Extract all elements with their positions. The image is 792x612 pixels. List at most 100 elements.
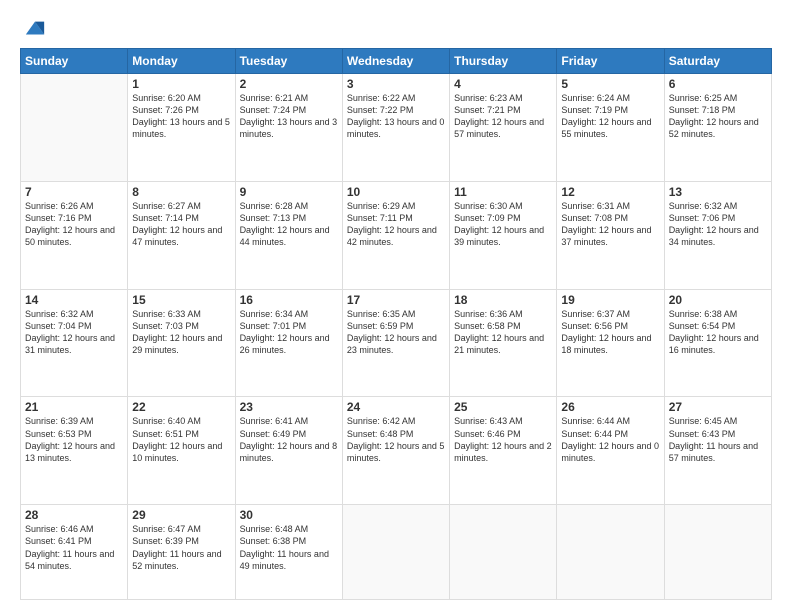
day-number: 19 [561, 293, 659, 307]
day-info: Sunrise: 6:33 AMSunset: 7:03 PMDaylight:… [132, 308, 230, 357]
calendar-cell: 30Sunrise: 6:48 AMSunset: 6:38 PMDayligh… [235, 505, 342, 600]
calendar-cell: 5Sunrise: 6:24 AMSunset: 7:19 PMDaylight… [557, 74, 664, 182]
day-number: 30 [240, 508, 338, 522]
day-info: Sunrise: 6:28 AMSunset: 7:13 PMDaylight:… [240, 200, 338, 249]
day-info: Sunrise: 6:41 AMSunset: 6:49 PMDaylight:… [240, 415, 338, 464]
day-number: 28 [25, 508, 123, 522]
logo [20, 18, 46, 40]
day-number: 26 [561, 400, 659, 414]
header-thursday: Thursday [450, 49, 557, 74]
day-info: Sunrise: 6:35 AMSunset: 6:59 PMDaylight:… [347, 308, 445, 357]
day-number: 11 [454, 185, 552, 199]
day-info: Sunrise: 6:26 AMSunset: 7:16 PMDaylight:… [25, 200, 123, 249]
day-info: Sunrise: 6:27 AMSunset: 7:14 PMDaylight:… [132, 200, 230, 249]
calendar-cell: 21Sunrise: 6:39 AMSunset: 6:53 PMDayligh… [21, 397, 128, 505]
calendar-cell: 6Sunrise: 6:25 AMSunset: 7:18 PMDaylight… [664, 74, 771, 182]
weekday-header-row: Sunday Monday Tuesday Wednesday Thursday… [21, 49, 772, 74]
day-info: Sunrise: 6:48 AMSunset: 6:38 PMDaylight:… [240, 523, 338, 572]
header-sunday: Sunday [21, 49, 128, 74]
calendar-cell [21, 74, 128, 182]
header-wednesday: Wednesday [342, 49, 449, 74]
day-number: 17 [347, 293, 445, 307]
day-number: 14 [25, 293, 123, 307]
day-number: 6 [669, 77, 767, 91]
header-friday: Friday [557, 49, 664, 74]
calendar-cell: 9Sunrise: 6:28 AMSunset: 7:13 PMDaylight… [235, 181, 342, 289]
calendar-cell: 3Sunrise: 6:22 AMSunset: 7:22 PMDaylight… [342, 74, 449, 182]
day-number: 24 [347, 400, 445, 414]
calendar-cell: 20Sunrise: 6:38 AMSunset: 6:54 PMDayligh… [664, 289, 771, 397]
calendar-cell: 26Sunrise: 6:44 AMSunset: 6:44 PMDayligh… [557, 397, 664, 505]
header-monday: Monday [128, 49, 235, 74]
calendar-cell [664, 505, 771, 600]
day-info: Sunrise: 6:40 AMSunset: 6:51 PMDaylight:… [132, 415, 230, 464]
day-number: 18 [454, 293, 552, 307]
day-info: Sunrise: 6:46 AMSunset: 6:41 PMDaylight:… [25, 523, 123, 572]
day-number: 16 [240, 293, 338, 307]
day-info: Sunrise: 6:32 AMSunset: 7:04 PMDaylight:… [25, 308, 123, 357]
day-number: 4 [454, 77, 552, 91]
calendar-cell: 2Sunrise: 6:21 AMSunset: 7:24 PMDaylight… [235, 74, 342, 182]
day-info: Sunrise: 6:24 AMSunset: 7:19 PMDaylight:… [561, 92, 659, 141]
calendar-cell [557, 505, 664, 600]
calendar-cell: 19Sunrise: 6:37 AMSunset: 6:56 PMDayligh… [557, 289, 664, 397]
page: Sunday Monday Tuesday Wednesday Thursday… [0, 0, 792, 612]
calendar-cell: 25Sunrise: 6:43 AMSunset: 6:46 PMDayligh… [450, 397, 557, 505]
calendar-cell: 10Sunrise: 6:29 AMSunset: 7:11 PMDayligh… [342, 181, 449, 289]
calendar-cell: 17Sunrise: 6:35 AMSunset: 6:59 PMDayligh… [342, 289, 449, 397]
calendar-cell: 13Sunrise: 6:32 AMSunset: 7:06 PMDayligh… [664, 181, 771, 289]
day-info: Sunrise: 6:38 AMSunset: 6:54 PMDaylight:… [669, 308, 767, 357]
header [20, 18, 772, 40]
day-number: 23 [240, 400, 338, 414]
day-number: 21 [25, 400, 123, 414]
day-info: Sunrise: 6:36 AMSunset: 6:58 PMDaylight:… [454, 308, 552, 357]
day-number: 9 [240, 185, 338, 199]
day-info: Sunrise: 6:29 AMSunset: 7:11 PMDaylight:… [347, 200, 445, 249]
day-info: Sunrise: 6:34 AMSunset: 7:01 PMDaylight:… [240, 308, 338, 357]
calendar-table: Sunday Monday Tuesday Wednesday Thursday… [20, 48, 772, 600]
calendar-cell: 11Sunrise: 6:30 AMSunset: 7:09 PMDayligh… [450, 181, 557, 289]
calendar-cell: 24Sunrise: 6:42 AMSunset: 6:48 PMDayligh… [342, 397, 449, 505]
header-saturday: Saturday [664, 49, 771, 74]
day-info: Sunrise: 6:37 AMSunset: 6:56 PMDaylight:… [561, 308, 659, 357]
day-number: 10 [347, 185, 445, 199]
calendar-cell: 1Sunrise: 6:20 AMSunset: 7:26 PMDaylight… [128, 74, 235, 182]
header-tuesday: Tuesday [235, 49, 342, 74]
calendar-cell: 14Sunrise: 6:32 AMSunset: 7:04 PMDayligh… [21, 289, 128, 397]
day-number: 7 [25, 185, 123, 199]
calendar-cell [450, 505, 557, 600]
day-info: Sunrise: 6:21 AMSunset: 7:24 PMDaylight:… [240, 92, 338, 141]
calendar-cell: 15Sunrise: 6:33 AMSunset: 7:03 PMDayligh… [128, 289, 235, 397]
calendar-cell [342, 505, 449, 600]
day-number: 1 [132, 77, 230, 91]
calendar-cell: 7Sunrise: 6:26 AMSunset: 7:16 PMDaylight… [21, 181, 128, 289]
day-info: Sunrise: 6:44 AMSunset: 6:44 PMDaylight:… [561, 415, 659, 464]
day-info: Sunrise: 6:43 AMSunset: 6:46 PMDaylight:… [454, 415, 552, 464]
day-number: 25 [454, 400, 552, 414]
day-number: 20 [669, 293, 767, 307]
day-number: 13 [669, 185, 767, 199]
logo-icon [24, 18, 46, 40]
calendar-cell: 27Sunrise: 6:45 AMSunset: 6:43 PMDayligh… [664, 397, 771, 505]
calendar-cell: 12Sunrise: 6:31 AMSunset: 7:08 PMDayligh… [557, 181, 664, 289]
calendar-cell: 28Sunrise: 6:46 AMSunset: 6:41 PMDayligh… [21, 505, 128, 600]
day-info: Sunrise: 6:47 AMSunset: 6:39 PMDaylight:… [132, 523, 230, 572]
calendar-cell: 4Sunrise: 6:23 AMSunset: 7:21 PMDaylight… [450, 74, 557, 182]
calendar-cell: 23Sunrise: 6:41 AMSunset: 6:49 PMDayligh… [235, 397, 342, 505]
calendar-cell: 16Sunrise: 6:34 AMSunset: 7:01 PMDayligh… [235, 289, 342, 397]
day-number: 29 [132, 508, 230, 522]
day-info: Sunrise: 6:39 AMSunset: 6:53 PMDaylight:… [25, 415, 123, 464]
day-number: 22 [132, 400, 230, 414]
calendar-cell: 8Sunrise: 6:27 AMSunset: 7:14 PMDaylight… [128, 181, 235, 289]
day-info: Sunrise: 6:22 AMSunset: 7:22 PMDaylight:… [347, 92, 445, 141]
day-info: Sunrise: 6:42 AMSunset: 6:48 PMDaylight:… [347, 415, 445, 464]
day-info: Sunrise: 6:20 AMSunset: 7:26 PMDaylight:… [132, 92, 230, 141]
day-number: 15 [132, 293, 230, 307]
calendar-cell: 22Sunrise: 6:40 AMSunset: 6:51 PMDayligh… [128, 397, 235, 505]
day-info: Sunrise: 6:45 AMSunset: 6:43 PMDaylight:… [669, 415, 767, 464]
calendar-cell: 29Sunrise: 6:47 AMSunset: 6:39 PMDayligh… [128, 505, 235, 600]
day-info: Sunrise: 6:30 AMSunset: 7:09 PMDaylight:… [454, 200, 552, 249]
day-number: 8 [132, 185, 230, 199]
day-number: 2 [240, 77, 338, 91]
day-number: 27 [669, 400, 767, 414]
